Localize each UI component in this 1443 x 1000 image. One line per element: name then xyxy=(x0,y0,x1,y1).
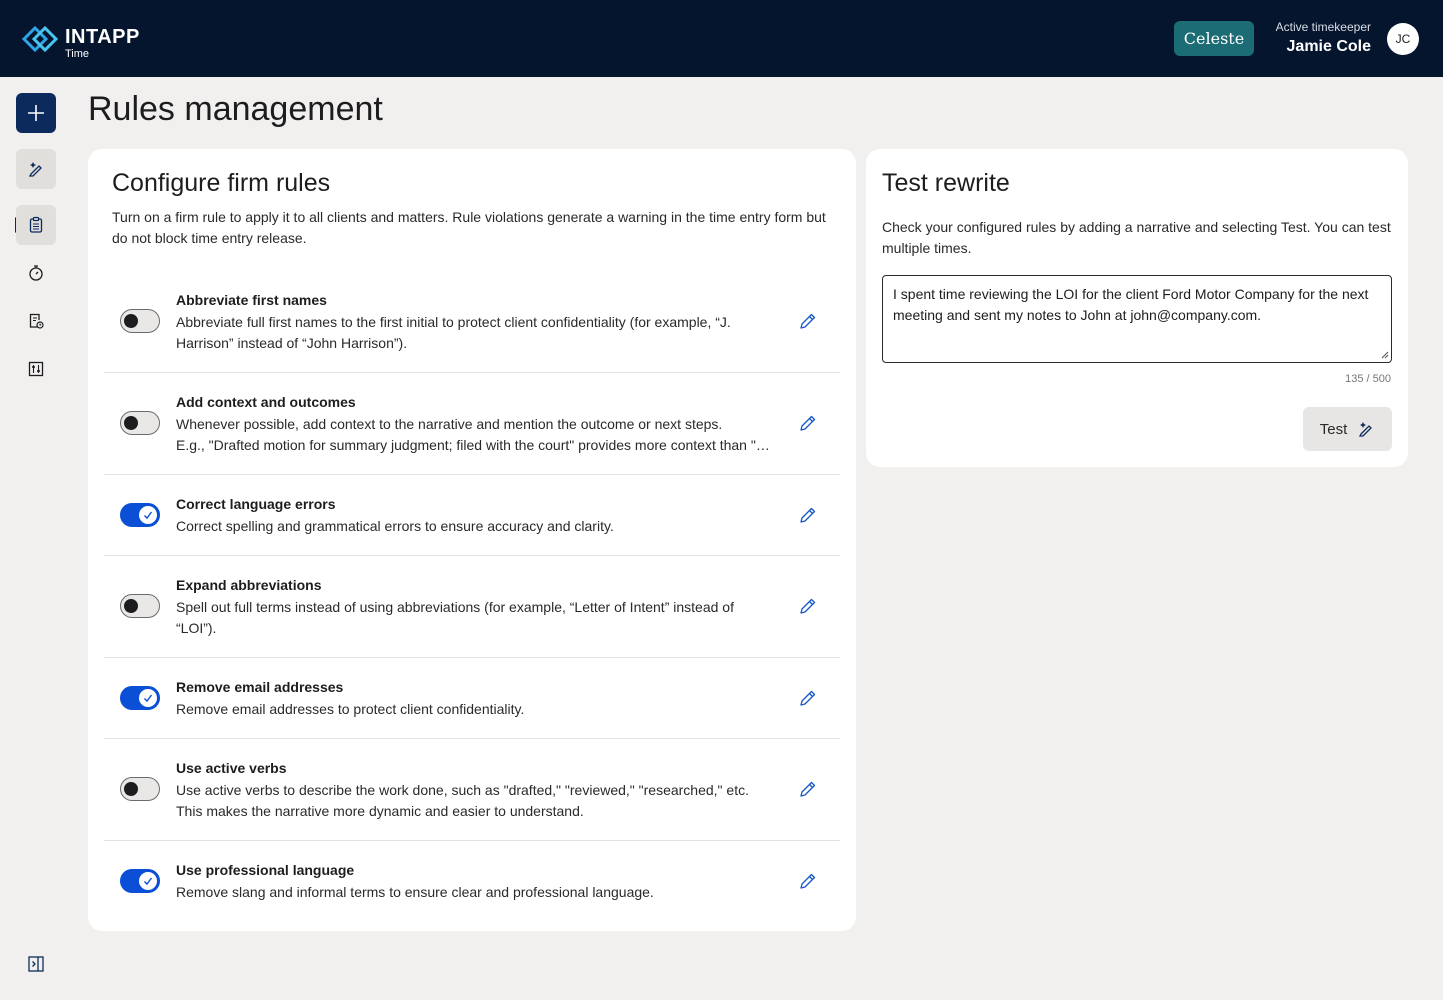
rule-description-line: Whenever possible, add context to the na… xyxy=(176,416,723,432)
firm-rules-card: Configure firm rules Turn on a firm rule… xyxy=(88,149,856,931)
rule-description-line: Remove email addresses to protect client… xyxy=(176,701,525,717)
intapp-logo[interactable]: INTAPP Time xyxy=(22,24,162,64)
edit-pencil-icon[interactable] xyxy=(798,311,818,331)
rule-title: Abbreviate first names xyxy=(176,292,327,308)
rule-title: Remove email addresses xyxy=(176,679,344,695)
rule-description-line: Remove slang and informal terms to ensur… xyxy=(176,884,654,900)
rule-description: Remove email addresses to protect client… xyxy=(176,699,776,720)
rule-toggle[interactable] xyxy=(120,869,160,893)
firm-rules-description: Turn on a firm rule to apply it to all c… xyxy=(112,209,826,246)
clipboard-icon xyxy=(29,216,43,233)
product-name: Time xyxy=(65,48,90,60)
rule-description-line: Harrison” instead of “John Harrison”). xyxy=(176,335,408,351)
rule-toggle[interactable] xyxy=(120,411,160,435)
narrative-input[interactable] xyxy=(882,275,1392,363)
rule-description: Use active verbs to describe the work do… xyxy=(176,780,776,822)
edit-pencil-icon[interactable] xyxy=(798,871,818,891)
page-title: Rules management xyxy=(88,90,383,128)
test-rewrite-title: Test rewrite xyxy=(882,169,1010,197)
sidebar-collapse-button[interactable] xyxy=(16,944,56,984)
rule-toggle[interactable] xyxy=(120,503,160,527)
edit-pencil-icon[interactable] xyxy=(798,596,818,616)
sidebar-add-button[interactable] xyxy=(16,93,56,133)
rule-row-abbreviate-first-names: Abbreviate first names Abbreviate full f… xyxy=(104,275,840,373)
rule-description-line: Correct spelling and grammatical errors … xyxy=(176,518,614,534)
avatar[interactable]: JC xyxy=(1387,23,1419,55)
rule-toggle[interactable] xyxy=(120,309,160,333)
rule-description-line: “LOI”). xyxy=(176,620,217,636)
check-icon xyxy=(144,694,153,703)
top-bar: INTAPP Time Celeste Active timekeeper Ja… xyxy=(0,0,1443,77)
plus-icon xyxy=(28,105,44,121)
celeste-button[interactable]: Celeste xyxy=(1174,21,1254,56)
rule-description: Abbreviate full first names to the first… xyxy=(176,312,776,354)
timekeeper-label: Active timekeeper xyxy=(1275,20,1371,34)
rule-title: Add context and outcomes xyxy=(176,394,356,410)
rewrite-icon xyxy=(28,162,42,177)
check-icon xyxy=(144,877,153,886)
edit-pencil-icon[interactable] xyxy=(798,413,818,433)
rule-row-use-active-verbs: Use active verbs Use active verbs to des… xyxy=(104,739,840,841)
sidebar-item-settings[interactable] xyxy=(16,349,56,389)
rule-title: Correct language errors xyxy=(176,496,336,512)
brand-name: INTAPP xyxy=(65,26,140,48)
rule-toggle[interactable] xyxy=(120,594,160,618)
rule-toggle[interactable] xyxy=(120,686,160,710)
report-icon xyxy=(29,313,44,329)
resize-handle-icon[interactable] xyxy=(1381,351,1389,359)
rule-title: Use professional language xyxy=(176,862,355,878)
edit-pencil-icon[interactable] xyxy=(798,779,818,799)
rule-row-expand-abbreviations: Expand abbreviations Spell out full term… xyxy=(104,556,840,658)
rule-row-remove-email-addresses: Remove email addresses Remove email addr… xyxy=(104,658,840,739)
stopwatch-icon xyxy=(29,265,43,281)
rule-row-correct-language-errors: Correct language errors Correct spelling… xyxy=(104,475,840,556)
rule-description-line: Use active verbs to describe the work do… xyxy=(176,782,749,798)
test-button[interactable]: Test xyxy=(1303,407,1392,451)
sidebar-item-rules[interactable] xyxy=(16,205,56,245)
rewrite-icon xyxy=(1359,422,1373,437)
firm-rules-title: Configure firm rules xyxy=(112,169,331,197)
intapp-logo-icon xyxy=(22,25,59,53)
rule-row-use-professional-language: Use professional language Remove slang a… xyxy=(104,841,840,922)
rule-description: Whenever possible, add context to the na… xyxy=(176,414,776,456)
sidebar-item-rewrite[interactable] xyxy=(16,149,56,189)
edit-pencil-icon[interactable] xyxy=(798,505,818,525)
test-rewrite-description: Check your configured rules by adding a … xyxy=(882,219,1391,256)
rule-description: Correct spelling and grammatical errors … xyxy=(176,516,776,537)
rule-title: Use active verbs xyxy=(176,760,287,776)
rule-title: Expand abbreviations xyxy=(176,577,322,593)
rule-description: Spell out full terms instead of using ab… xyxy=(176,597,776,639)
sidebar-item-timer[interactable] xyxy=(16,253,56,293)
test-rewrite-card: Test rewrite Check your configured rules… xyxy=(866,149,1408,467)
test-button-label: Test xyxy=(1319,420,1348,438)
rule-description-line: Abbreviate full first names to the first… xyxy=(176,314,731,330)
rule-description: Remove slang and informal terms to ensur… xyxy=(176,882,776,903)
rule-description-line: This makes the narrative more dynamic an… xyxy=(176,803,584,819)
timekeeper-name[interactable]: Jamie Cole xyxy=(1287,38,1371,56)
rule-row-add-context-and-outcomes: Add context and outcomes Whenever possib… xyxy=(104,373,840,475)
sliders-icon xyxy=(28,361,44,377)
sidebar-item-reports[interactable] xyxy=(16,301,56,341)
rule-description-line: Spell out full terms instead of using ab… xyxy=(176,599,734,615)
rule-description-line: E.g., "Drafted motion for summary judgme… xyxy=(176,437,776,453)
character-counter: 135 / 500 xyxy=(1345,373,1391,385)
check-icon xyxy=(144,511,153,520)
collapse-panel-icon xyxy=(28,956,44,972)
edit-pencil-icon[interactable] xyxy=(798,688,818,708)
rule-toggle[interactable] xyxy=(120,777,160,801)
